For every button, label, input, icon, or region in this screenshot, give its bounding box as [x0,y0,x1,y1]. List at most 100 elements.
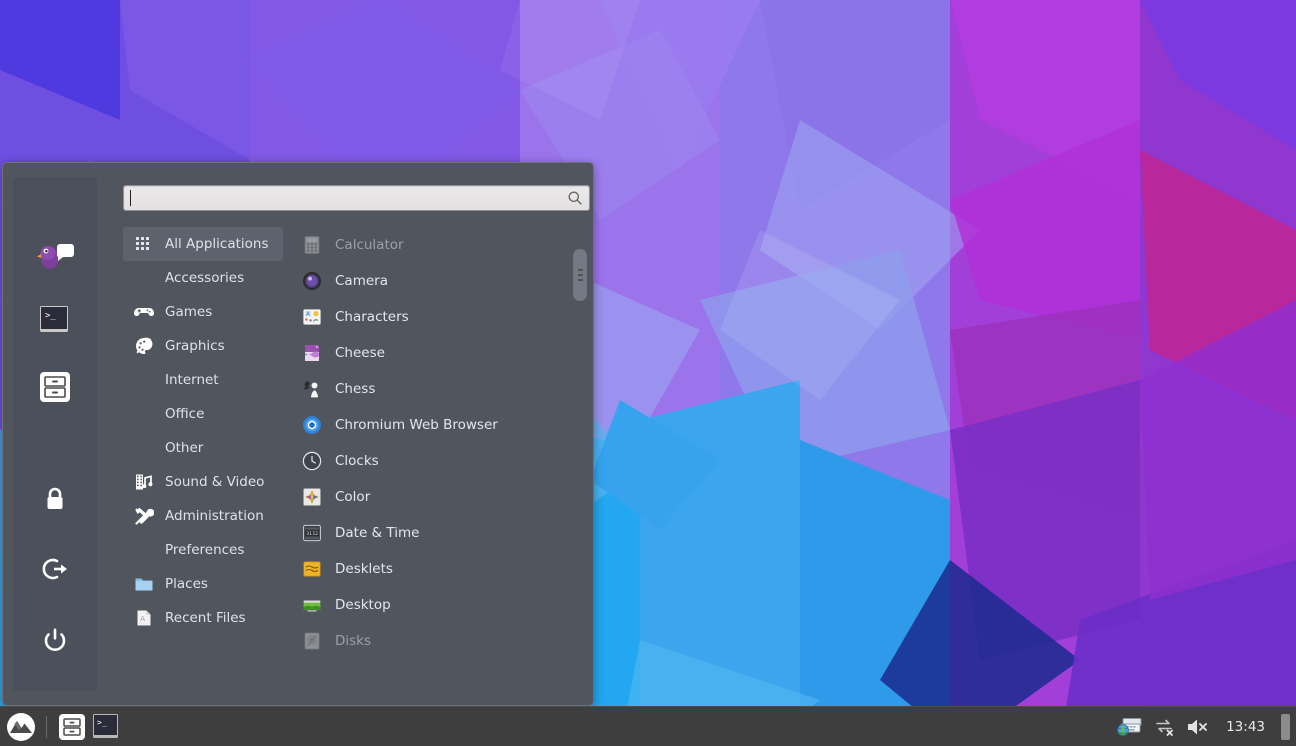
menu-content: All Applications Accessories Games Graph… [97,163,593,705]
desktop-icon [301,594,323,616]
lock-icon[interactable] [33,477,77,521]
category-other[interactable]: Other [123,431,283,465]
camera-icon [301,270,323,292]
category-label: Graphics [165,338,225,354]
clock[interactable]: 13:43 [1220,719,1271,735]
category-label: Administration [165,508,264,524]
category-games[interactable]: Games [123,295,283,329]
calculator-icon [301,234,323,256]
terminal-launcher[interactable]: >_ [89,710,123,744]
app-item-date-and-time[interactable]: 31 12 Date & Time [297,515,593,551]
category-administration[interactable]: Administration [123,499,283,533]
application-list: Calculator Camera A Characters Cheese Ch… [297,225,593,659]
category-office[interactable]: Office [123,397,283,431]
category-accessories[interactable]: Accessories [123,261,283,295]
placeholder-icon [133,369,155,391]
placeholder-icon [133,403,155,425]
category-label: Other [165,440,204,456]
menu-columns: All Applications Accessories Games Graph… [123,225,593,705]
app-item-calculator[interactable]: Calculator [297,227,593,263]
logout-icon[interactable] [33,547,77,591]
search-box[interactable] [123,185,590,211]
favorites-rail: >_ [13,177,97,691]
category-all-applications[interactable]: All Applications [123,227,283,261]
search-row [123,185,590,211]
category-label: Preferences [165,542,245,558]
keyboard-globe-icon[interactable] [1116,715,1144,739]
app-item-color[interactable]: Color [297,479,593,515]
scrollbar-thumb[interactable] [573,249,587,301]
svg-text:>_: >_ [45,311,56,321]
folder-icon [133,573,155,595]
category-label: Recent Files [165,610,246,626]
category-label: Places [165,576,208,592]
terminal-icon[interactable]: >_ [33,299,77,343]
placeholder-icon [133,539,155,561]
application-menu-panel[interactable]: >_ All Applications Accessories Games Gr… [2,162,594,706]
app-label: Disks [335,633,372,649]
characters-icon: A [301,306,323,328]
power-icon[interactable] [33,617,77,661]
desklets-icon [301,558,323,580]
desktop[interactable]: >_ All Applications Accessories Games Gr… [0,0,1296,746]
app-label: Date & Time [335,525,420,541]
pidgin-icon[interactable] [33,233,77,277]
session-buttons [13,467,97,677]
tools-icon [133,505,155,527]
category-sound-and-video[interactable]: Sound & Video [123,465,283,499]
app-item-clocks[interactable]: Clocks [297,443,593,479]
datetime-icon: 31 12 [301,522,323,544]
app-label: Cheese [335,345,385,361]
search-icon [567,190,583,206]
category-label: Games [165,304,213,320]
category-preferences[interactable]: Preferences [123,533,283,567]
search-input[interactable] [130,191,567,205]
app-item-chromium-web-browser[interactable]: Chromium Web Browser [297,407,593,443]
tray-expander[interactable] [1281,713,1290,740]
chess-icon [301,378,323,400]
files-launcher[interactable] [55,710,89,744]
app-item-characters[interactable]: A Characters [297,299,593,335]
mint-logo-icon [7,712,35,741]
category-label: Sound & Video [165,474,265,490]
recent-file-icon: A [133,607,155,629]
app-label: Color [335,489,371,505]
app-item-chess[interactable]: Chess [297,371,593,407]
category-label: Internet [165,372,219,388]
category-recent-files[interactable]: A Recent Files [123,601,283,635]
app-item-camera[interactable]: Camera [297,263,593,299]
cheese-icon [301,342,323,364]
app-label: Calculator [335,237,404,253]
svg-text:A: A [140,615,145,623]
volume-muted-icon[interactable] [1186,716,1210,738]
category-list: All Applications Accessories Games Graph… [123,225,283,705]
category-internet[interactable]: Internet [123,363,283,397]
app-item-disks[interactable]: Disks [297,623,593,659]
svg-text:12: 12 [312,531,318,537]
app-item-desktop[interactable]: Desktop [297,587,593,623]
network-offline-icon[interactable] [1154,716,1176,738]
mint-menu-button[interactable] [2,708,40,746]
palette-icon [133,335,155,357]
svg-text:A: A [306,312,310,318]
placeholder-icon [133,267,155,289]
application-list-wrap: Calculator Camera A Characters Cheese Ch… [283,225,593,705]
terminal-icon: >_ [93,713,118,738]
category-places[interactable]: Places [123,567,283,601]
grid-icon [133,233,155,255]
color-icon [301,486,323,508]
app-item-cheese[interactable]: Cheese [297,335,593,371]
app-label: Desklets [335,561,393,577]
files-icon[interactable] [33,365,77,409]
app-label: Desktop [335,597,391,613]
text-caret [130,190,131,206]
application-list-scrollbar[interactable] [573,249,587,629]
chromium-icon [301,414,323,436]
placeholder-icon [133,437,155,459]
app-item-desklets[interactable]: Desklets [297,551,593,587]
taskbar: >_ 13:43 [0,706,1296,746]
category-graphics[interactable]: Graphics [123,329,283,363]
disks-icon [301,630,323,652]
app-label: Chess [335,381,376,397]
svg-text:31: 31 [306,531,312,537]
